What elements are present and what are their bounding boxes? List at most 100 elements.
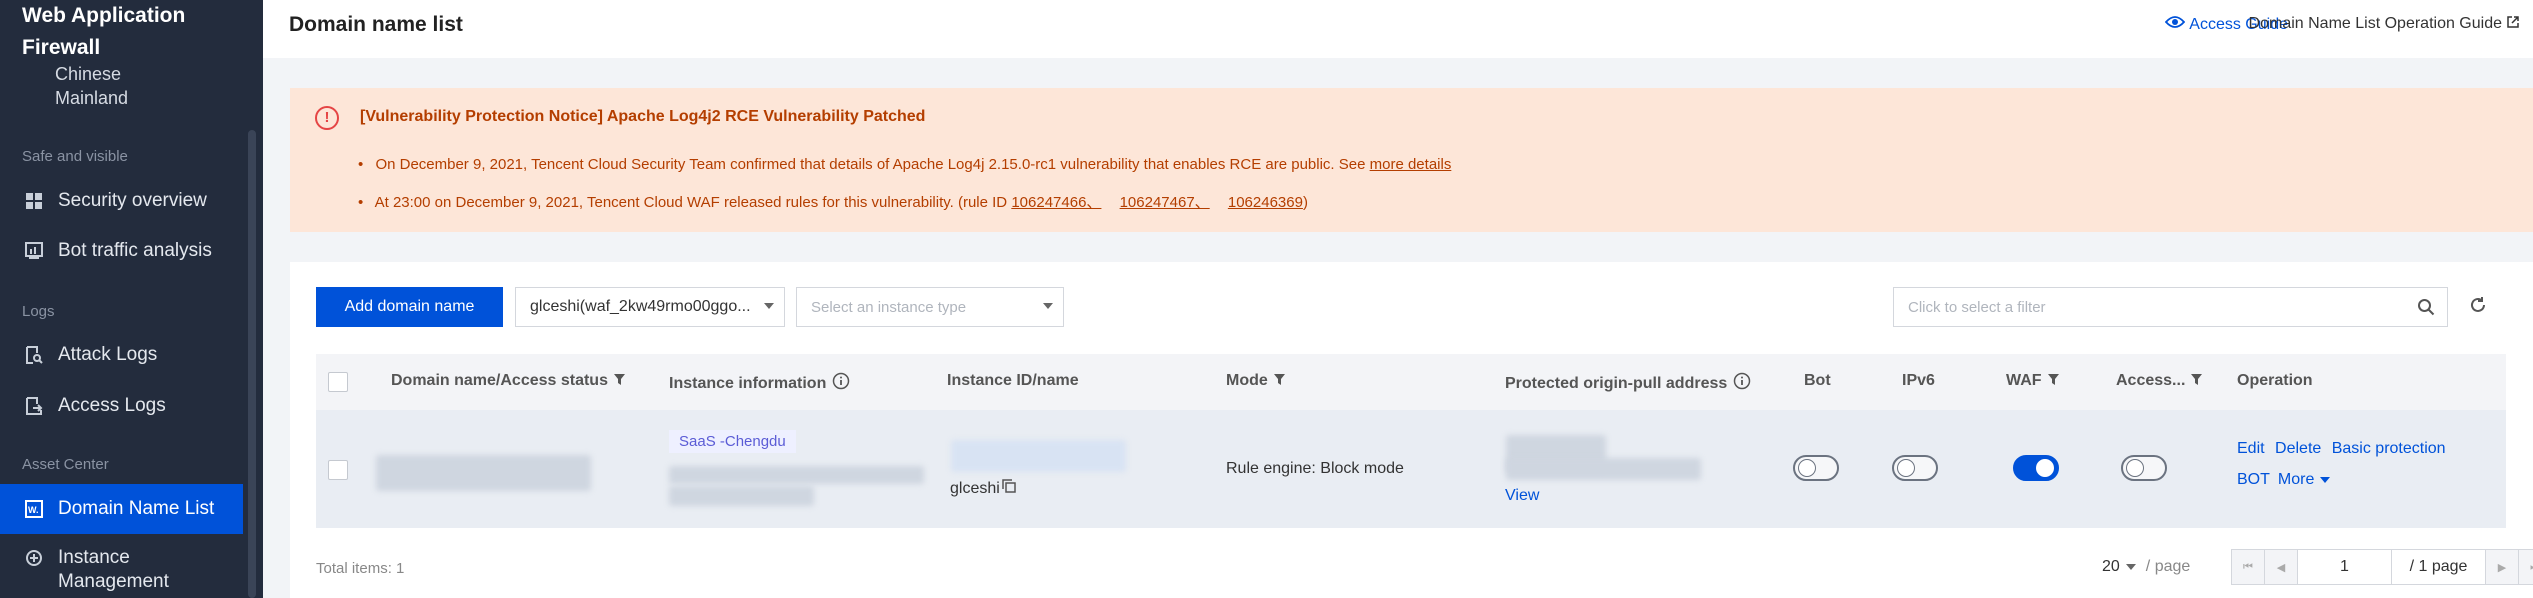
sidebar-item-label: Instance Management: [58, 547, 169, 592]
group-logs: Logs: [22, 303, 55, 320]
instance-info-redacted: [669, 466, 924, 484]
page-count: / 1 page: [2391, 549, 2486, 585]
col-domain-label: Domain name/Access status: [391, 372, 608, 389]
prev-page-button[interactable]: ◀: [2264, 549, 2298, 585]
row-checkbox[interactable]: [328, 460, 348, 480]
instance-id-redacted: [951, 440, 1126, 472]
col-operation-label: Operation: [2237, 372, 2313, 389]
operation-guide-link[interactable]: Domain Name List Operation Guide: [2249, 15, 2519, 33]
instance-select[interactable]: glceshi(waf_2kw49rmo00ggo...: [515, 287, 785, 327]
domain-list-card: Add domain name glceshi(waf_2kw49rmo00gg…: [290, 262, 2533, 598]
col-bot-label: Bot: [1804, 372, 1831, 389]
last-page-button[interactable]: ⏭: [2518, 549, 2533, 585]
col-mode: Mode: [1226, 372, 1285, 390]
more-link[interactable]: More: [2278, 471, 2314, 489]
per-page-label: / page: [2145, 558, 2191, 575]
col-access: Access...: [2116, 372, 2203, 390]
origin-view-link[interactable]: View: [1505, 487, 1539, 505]
col-instance-id-label: Instance ID/name: [947, 372, 1079, 389]
sidebar-item-label: Domain Name List: [58, 498, 215, 519]
bot-link[interactable]: BOT: [2237, 471, 2270, 489]
waf-toggle[interactable]: [2013, 455, 2059, 481]
col-waf: WAF: [2006, 372, 2059, 390]
bot-toggle[interactable]: [1793, 455, 1839, 481]
more-details-link[interactable]: more details: [1370, 156, 1452, 173]
col-origin: Protected origin-pull address: [1505, 372, 1751, 395]
edit-link[interactable]: Edit: [2237, 440, 2265, 457]
delete-link[interactable]: Delete: [2275, 440, 2321, 457]
search-icon[interactable]: [2417, 298, 2435, 320]
filter-icon[interactable]: [2047, 372, 2059, 390]
sidebar-item-label: Attack Logs: [58, 344, 158, 365]
mode-cell: Rule engine: Block mode: [1226, 460, 1404, 477]
sidebar-item-label: Bot traffic analysis: [58, 240, 212, 261]
group-asset: Asset Center: [22, 456, 109, 473]
instance-name: glceshi: [950, 479, 1000, 497]
filter-icon[interactable]: [1273, 372, 1285, 390]
sidebar-item-security-overview[interactable]: Security overview: [0, 176, 243, 226]
page-size-select[interactable]: 20 / page: [2102, 558, 2190, 576]
sidebar-item-domain-name-list[interactable]: W. Domain Name List: [0, 484, 243, 534]
table-footer: Total items: 1 20 / page ⏮ ◀ 1 / 1 page …: [316, 548, 2533, 588]
col-instance-id: Instance ID/name: [947, 372, 1079, 390]
instance-type-select[interactable]: Select an instance type: [796, 287, 1064, 327]
sidebar-item-access-logs[interactable]: Access Logs: [0, 381, 243, 431]
notice-line-1: On December 9, 2021, Tencent Cloud Secur…: [358, 156, 1451, 173]
instance-icon: [24, 548, 44, 568]
sidebar: Web Application Firewall Chinese Mainlan…: [0, 0, 263, 598]
chevron-down-icon: [764, 303, 774, 309]
notice-line-2-end: ): [1302, 194, 1308, 211]
origin-redacted-2: [1506, 458, 1701, 480]
next-page-button[interactable]: ▶: [2485, 549, 2519, 585]
col-origin-label: Protected origin-pull address: [1505, 374, 1728, 392]
col-ipv6: IPv6: [1902, 372, 1935, 390]
info-icon[interactable]: [1733, 372, 1751, 395]
col-domain: Domain name/Access status: [391, 372, 625, 390]
page-number-input[interactable]: 1: [2297, 549, 2392, 585]
filter-placeholder: Click to select a filter: [1908, 298, 2046, 316]
log-search-icon: [24, 345, 44, 365]
filter-input[interactable]: Click to select a filter: [1893, 287, 2448, 327]
notice-line-2: At 23:00 on December 9, 2021, Tencent Cl…: [358, 191, 1308, 212]
sidebar-item-attack-logs[interactable]: Attack Logs: [0, 330, 243, 380]
rule-link-2[interactable]: 106247467、: [1120, 194, 1210, 211]
sidebar-item-instance-management[interactable]: Instance Management: [0, 538, 243, 598]
ipv6-toggle[interactable]: [1892, 455, 1938, 481]
grid-icon: [24, 191, 44, 211]
add-domain-button[interactable]: Add domain name: [316, 287, 503, 327]
region-label[interactable]: Chinese Mainland: [55, 62, 195, 110]
col-instance-info-label: Instance information: [669, 374, 827, 392]
basic-protection-link[interactable]: Basic protection: [2332, 440, 2446, 457]
caret-down-icon[interactable]: [2320, 477, 2331, 483]
sidebar-item-label: Access Logs: [58, 395, 166, 416]
first-page-button[interactable]: ⏮: [2231, 549, 2265, 585]
info-icon[interactable]: [832, 372, 850, 395]
select-all-checkbox[interactable]: [328, 372, 348, 392]
group-safe: Safe and visible: [22, 148, 128, 165]
filter-icon[interactable]: [2191, 372, 2203, 390]
sidebar-item-bot-traffic[interactable]: Bot traffic analysis: [0, 226, 243, 276]
instance-info-redacted-2: [669, 486, 814, 506]
chevron-down-icon: [2125, 564, 2136, 570]
page-header: Domain name list Access Guide Domain Nam…: [263, 0, 2533, 58]
notice-line-1-text: On December 9, 2021, Tencent Cloud Secur…: [375, 156, 1366, 173]
sidebar-item-label: Security overview: [58, 190, 207, 211]
external-link-icon: [2507, 15, 2519, 33]
refresh-icon[interactable]: [2468, 295, 2488, 320]
copy-icon[interactable]: [1002, 479, 1016, 498]
table-row: SaaS -Chengdu glceshi Rule engine: Block…: [316, 410, 2506, 528]
rule-link-1[interactable]: 106247466、: [1011, 194, 1101, 211]
col-bot: Bot: [1804, 372, 1831, 390]
rule-link-3[interactable]: 106246369: [1228, 194, 1303, 211]
region-tag: SaaS -Chengdu: [669, 430, 796, 453]
col-waf-label: WAF: [2006, 372, 2042, 389]
sidebar-scrollbar[interactable]: [248, 130, 256, 598]
access-toggle[interactable]: [2121, 455, 2167, 481]
total-items: Total items: 1: [316, 560, 405, 577]
eye-icon: [2165, 15, 2186, 34]
warning-icon: !: [315, 106, 339, 130]
log-export-icon: [24, 396, 44, 416]
instance-select-value: glceshi(waf_2kw49rmo00ggo...: [530, 298, 751, 315]
filter-icon[interactable]: [613, 372, 625, 390]
instance-name-cell: glceshi: [950, 479, 1016, 498]
